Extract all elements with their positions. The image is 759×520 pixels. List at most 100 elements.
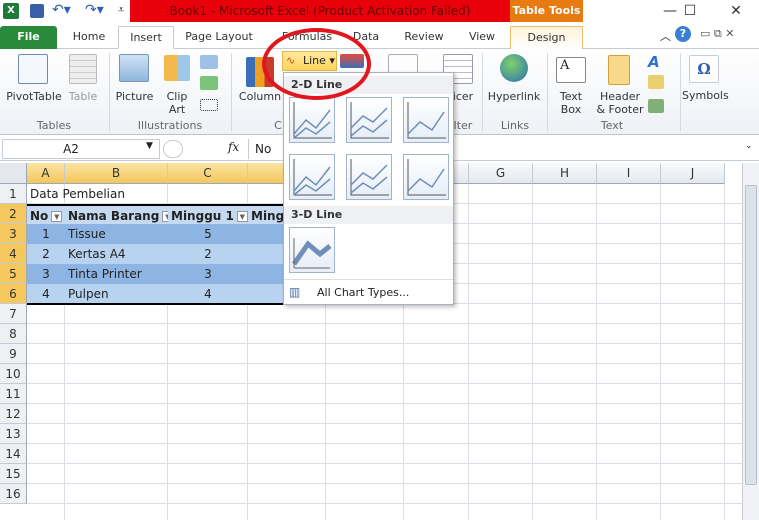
tab-page-layout[interactable]: Page Layout [176, 26, 262, 49]
formula-bar-splitter[interactable] [163, 140, 183, 158]
table-button[interactable]: Table [64, 90, 102, 103]
column-header-A[interactable]: A [27, 163, 65, 184]
select-all-button[interactable] [0, 163, 27, 184]
tab-home[interactable]: Home [60, 26, 118, 49]
chart-2d-line-2[interactable] [346, 97, 392, 143]
row-header[interactable]: 14 [0, 444, 27, 464]
tab-view[interactable]: View [458, 26, 506, 49]
row-header[interactable]: 6 [0, 284, 27, 304]
collapse-ribbon-icon[interactable]: ︿ [660, 28, 671, 44]
column-header-J[interactable]: J [661, 163, 725, 184]
row-header[interactable]: 3 [0, 224, 27, 244]
chart-2d-line-markers-3[interactable] [403, 154, 449, 200]
table-cell[interactable]: 4 [168, 284, 248, 304]
smartart-icon[interactable] [200, 76, 218, 90]
header-footer-button[interactable]: Header & Footer [592, 90, 648, 116]
table-cell[interactable]: Tissue [65, 224, 168, 244]
object-icon[interactable] [648, 99, 664, 113]
insert-function-icon[interactable]: fx [228, 140, 239, 154]
chart-3d-line[interactable] [289, 227, 335, 273]
table-header-cell[interactable]: Ming [248, 204, 284, 224]
table-header-cell[interactable]: No ▼ [27, 204, 65, 224]
table-cell[interactable]: Pulpen [65, 284, 168, 304]
row-header[interactable]: 1 [0, 184, 27, 204]
row-header[interactable]: 12 [0, 404, 27, 424]
group-label-illustrations: Illustrations [137, 119, 203, 132]
shapes-icon[interactable] [200, 55, 218, 69]
tab-file[interactable]: File [0, 26, 57, 49]
table-cell[interactable]: 3 [168, 264, 248, 284]
tab-design[interactable]: Design [510, 26, 583, 49]
redo-icon[interactable]: ↷▾ [85, 2, 104, 18]
row-header[interactable]: 11 [0, 384, 27, 404]
vertical-scrollbar[interactable] [742, 163, 759, 520]
gridline [27, 343, 742, 344]
table-cell[interactable] [248, 224, 284, 244]
table-header-cell[interactable]: Minggu 1 ▼ [168, 204, 248, 224]
column-header-I[interactable]: I [597, 163, 661, 184]
column-header-C[interactable]: C [168, 163, 248, 184]
filter-dropdown-icon[interactable]: ▼ [236, 211, 248, 222]
row-header[interactable]: 10 [0, 364, 27, 384]
column-chart-button[interactable]: Column [237, 90, 283, 103]
column-header-H[interactable]: H [533, 163, 597, 184]
undo-icon[interactable]: ↶▾ [52, 2, 71, 18]
table-cell[interactable]: 4 [27, 284, 65, 304]
customize-toolbar-icon[interactable]: ⩡ [118, 3, 124, 17]
highlight-ellipse [262, 28, 371, 100]
row-header[interactable]: 4 [0, 244, 27, 264]
row-header[interactable]: 9 [0, 344, 27, 364]
chart-2d-line-markers-2[interactable] [346, 154, 392, 200]
textbox-button[interactable]: Text Box [554, 90, 588, 116]
hyperlink-button[interactable]: Hyperlink [486, 90, 542, 103]
row-header[interactable]: 5 [0, 264, 27, 284]
picture-button[interactable]: Picture [112, 90, 157, 103]
help-icon[interactable]: ? [675, 26, 691, 42]
save-icon[interactable] [30, 4, 44, 18]
name-box[interactable]: A2 [2, 139, 160, 159]
section-3d-line: 3-D Line [284, 206, 453, 224]
table-cell[interactable]: 2 [168, 244, 248, 264]
all-chart-types-link[interactable]: All Chart Types... [317, 286, 409, 299]
clipart-button[interactable]: Clip Art [160, 90, 194, 116]
signature-line-icon[interactable] [648, 75, 664, 89]
row-header[interactable]: 7 [0, 304, 27, 324]
slicer-button[interactable]: icer [452, 90, 474, 103]
table-cell[interactable]: Tinta Printer [65, 264, 168, 284]
cell-A1[interactable]: Data Pembelian [27, 184, 168, 204]
table-cell[interactable]: 5 [168, 224, 248, 244]
pivottable-button[interactable]: PivotTable [4, 90, 64, 103]
table-cell[interactable]: Kertas A4 [65, 244, 168, 264]
table-cell[interactable] [248, 244, 284, 264]
table-cell[interactable]: 1 [27, 224, 65, 244]
table-header-cell[interactable]: Nama Barang▼ [65, 204, 168, 224]
symbols-button[interactable]: Symbols [682, 89, 729, 102]
row-header[interactable]: 8 [0, 324, 27, 344]
maximize-button[interactable]: ☐ [670, 0, 710, 22]
table-cell[interactable]: 3 [27, 264, 65, 284]
tab-insert[interactable]: Insert [118, 26, 174, 49]
scrollbar-thumb[interactable] [745, 185, 757, 485]
row-header[interactable]: 16 [0, 484, 27, 504]
pivottable-icon [18, 54, 48, 84]
column-header-B[interactable]: B [65, 163, 168, 184]
workbook-window-controls-icon[interactable]: ▭ ⧉ ✕ [700, 27, 734, 41]
filter-dropdown-icon[interactable]: ▼ [51, 211, 63, 222]
row-header[interactable]: 15 [0, 464, 27, 484]
wordart-icon[interactable]: A [648, 53, 660, 71]
column-header-G[interactable]: G [469, 163, 533, 184]
row-header[interactable]: 13 [0, 424, 27, 444]
screenshot-icon[interactable] [200, 99, 218, 111]
table-cell[interactable]: 2 [27, 244, 65, 264]
chart-2d-line-1[interactable] [289, 97, 335, 143]
row-header[interactable]: 2 [0, 204, 27, 224]
table-cell[interactable] [248, 284, 284, 304]
chart-2d-line-3[interactable] [403, 97, 449, 143]
table-cell[interactable] [248, 264, 284, 284]
expand-formula-bar-icon[interactable]: ⌄ [745, 141, 753, 151]
close-button[interactable]: ✕ [716, 0, 756, 22]
chart-2d-line-markers-1[interactable] [289, 154, 335, 200]
chevron-down-icon[interactable]: ▼ [146, 141, 153, 151]
all-chart-types-icon: ▥ [289, 285, 301, 299]
tab-review[interactable]: Review [396, 26, 452, 49]
